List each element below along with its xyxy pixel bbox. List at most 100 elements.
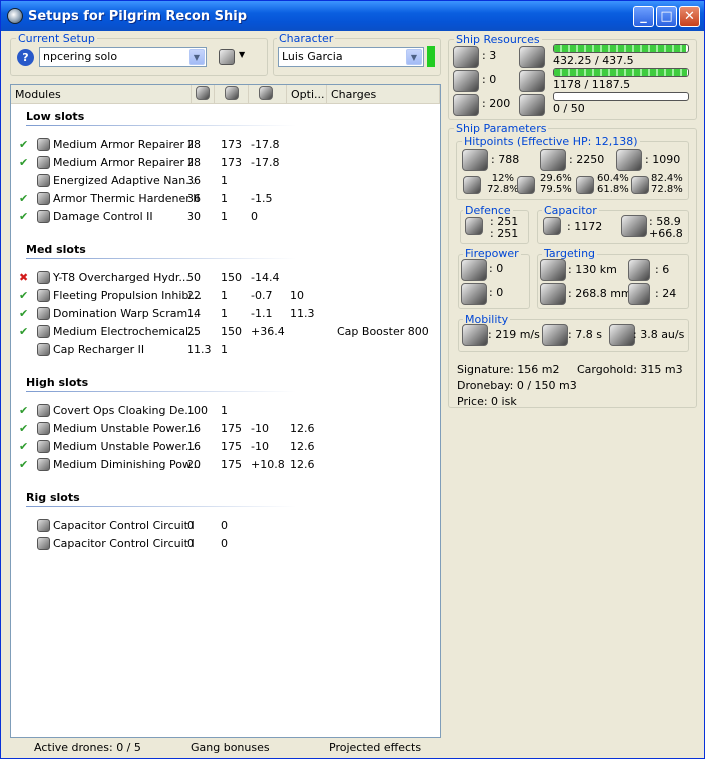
col-charges[interactable]: Charges: [327, 85, 440, 104]
module-cap: -17.8: [251, 138, 280, 151]
warp-speed-icon: [609, 324, 635, 346]
module-row[interactable]: Capacitor Control Circuit I00: [11, 535, 440, 553]
explosive-armor-resist: 72.8%: [651, 184, 683, 195]
module-row[interactable]: ✖ Y-T8 Overcharged Hydr... 50 150 -14.4: [11, 269, 440, 287]
module-row[interactable]: ✔ Damage Control II 30 1 0: [11, 208, 440, 226]
module-cpu: 28: [187, 156, 201, 169]
module-row[interactable]: ✔ Armor Thermic Hardener II 36 1 -1.5: [11, 190, 440, 208]
module-cpu: 100: [187, 404, 208, 417]
module-opti: 12.6: [290, 440, 315, 453]
module-row[interactable]: ✔ Medium Electrochemical... 25 150 +36.4 Cap …: [11, 323, 440, 341]
max-targets: : 6: [655, 263, 670, 276]
check-icon: ✔: [19, 156, 29, 169]
character-dropdown[interactable]: Luis Garcia ▼: [278, 47, 424, 67]
title-bar[interactable]: Setups for Pilgrim Recon Ship _ □ ✕: [1, 1, 704, 31]
section-title-high: High slots: [26, 376, 89, 389]
col-power-header[interactable]: [215, 85, 249, 104]
module-row[interactable]: ✔ Medium Armor Repairer II 28 173 -17.8: [11, 154, 440, 172]
launcher-icon: [453, 70, 479, 92]
ship-parameters-label: Ship Parameters: [454, 122, 549, 135]
module-opti: 10: [290, 289, 304, 302]
gang-bonuses-link[interactable]: Gang bonuses: [191, 740, 270, 756]
ship-menu-icon[interactable]: [219, 49, 235, 65]
dronebay: Dronebay: 0 / 150 m3: [457, 379, 577, 392]
kinetic-resist: 60.4% 61.8%: [597, 173, 629, 195]
module-power: 175: [221, 422, 242, 435]
module-row[interactable]: ✔ Medium Armor Repairer II 28 173 -17.8: [11, 136, 440, 154]
module-row[interactable]: ✔ Covert Ops Cloaking De... 100 1: [11, 402, 440, 420]
modules-list[interactable]: Modules Opti... Charges Low slots ✔ Medium…: [10, 84, 441, 738]
col-opti[interactable]: Opti...: [287, 85, 327, 104]
capacitor-stability-icon: [621, 215, 647, 237]
module-row[interactable]: Cap Recharger II 11.3 1: [11, 341, 440, 359]
signature-radius: Signature: 156 m2: [457, 363, 560, 376]
module-icon: [37, 138, 50, 151]
kinetic-shield-resist: 60.4%: [597, 173, 629, 184]
setups-window: Setups for Pilgrim Recon Ship _ □ ✕ Curr…: [0, 0, 705, 759]
check-icon: ✔: [19, 422, 29, 435]
module-icon: [37, 343, 50, 356]
status-bar: Active drones: 0 / 5 Gang bonuses Projec…: [10, 740, 441, 756]
turret-icon: [453, 46, 479, 68]
em-resist-icon: [463, 176, 481, 194]
module-name: Covert Ops Cloaking De...: [53, 404, 195, 417]
power-value: 1178 / 1187.5: [553, 78, 631, 91]
col-modules[interactable]: Modules: [11, 85, 192, 104]
col-capacitor-header[interactable]: [249, 85, 287, 104]
module-cap: -1.1: [251, 307, 273, 320]
em-resist: 12% 72.8%: [487, 173, 519, 195]
module-icon: [37, 519, 50, 532]
module-power: 0: [221, 537, 228, 550]
module-charges: Cap Booster 800: [337, 325, 429, 338]
armor-hp: : 2250: [569, 153, 605, 166]
module-cpu: 30: [187, 210, 201, 223]
ship-menu-arrow-icon[interactable]: ▼: [239, 50, 245, 59]
module-row[interactable]: Capacitor Control Circuit I00: [11, 517, 440, 535]
module-row[interactable]: ✔ Fleeting Propulsion Inhibi... 22 1 -0.7 10: [11, 287, 440, 305]
module-power: 175: [221, 440, 242, 453]
cpu-resource-icon: [519, 46, 545, 68]
module-name: Medium Unstable Power...: [53, 422, 196, 435]
module-name: Capacitor Control Circuit I: [53, 537, 195, 550]
power-bar: [553, 68, 689, 77]
projected-effects-link[interactable]: Projected effects: [329, 740, 421, 756]
help-icon[interactable]: ?: [17, 49, 34, 66]
check-icon: ✔: [19, 325, 29, 338]
firepower-value-2: : 0: [489, 286, 504, 299]
scan-resolution-icon: [540, 283, 566, 305]
module-row[interactable]: ✔ Medium Diminishing Pow... 20 175 +10.8 12.6: [11, 456, 440, 474]
cargohold: Cargohold: 315 m3: [577, 363, 683, 376]
chevron-down-icon[interactable]: ▼: [189, 49, 205, 65]
modules-header: Modules Opti... Charges: [11, 85, 440, 104]
module-row[interactable]: Energized Adaptive Nan... 36 1: [11, 172, 440, 190]
module-icon: [37, 458, 50, 471]
module-row[interactable]: ✔ Medium Unstable Power... 16 175 -10 12.6: [11, 420, 440, 438]
module-name: Medium Armor Repairer II: [53, 138, 195, 151]
col-cpu-header[interactable]: [192, 85, 215, 104]
minimize-button[interactable]: _: [633, 6, 654, 27]
module-row[interactable]: ✔ Domination Warp Scram... 14 1 -1.1 11.3: [11, 305, 440, 323]
module-cap: +36.4: [251, 325, 285, 338]
check-icon: ✔: [19, 210, 29, 223]
module-cpu: 22: [187, 289, 201, 302]
active-drones-link[interactable]: Active drones: 0 / 5: [34, 740, 141, 756]
calibration-icon: [453, 94, 479, 116]
check-icon: ✔: [19, 192, 29, 205]
sensor-strength-icon: [628, 283, 650, 305]
close-button[interactable]: ✕: [679, 6, 700, 27]
module-icon: [37, 271, 50, 284]
chevron-down-icon[interactable]: ▼: [406, 49, 422, 65]
check-icon: ✔: [19, 404, 29, 417]
section-title-rig: Rig slots: [26, 491, 80, 504]
launcher-slots: : 0: [482, 73, 497, 86]
setup-dropdown[interactable]: npcering solo ▼: [39, 47, 207, 67]
module-cap: -14.4: [251, 271, 280, 284]
section-title-med: Med slots: [26, 243, 86, 256]
check-icon: ✔: [19, 138, 29, 151]
module-cpu: 16: [187, 440, 201, 453]
maximize-button[interactable]: □: [656, 6, 677, 27]
kinetic-resist-icon: [576, 176, 594, 194]
module-row[interactable]: ✔ Medium Unstable Power... 16 175 -10 12.6: [11, 438, 440, 456]
targeting-range: : 130 km: [568, 263, 617, 276]
em-armor-resist: 72.8%: [487, 184, 519, 195]
